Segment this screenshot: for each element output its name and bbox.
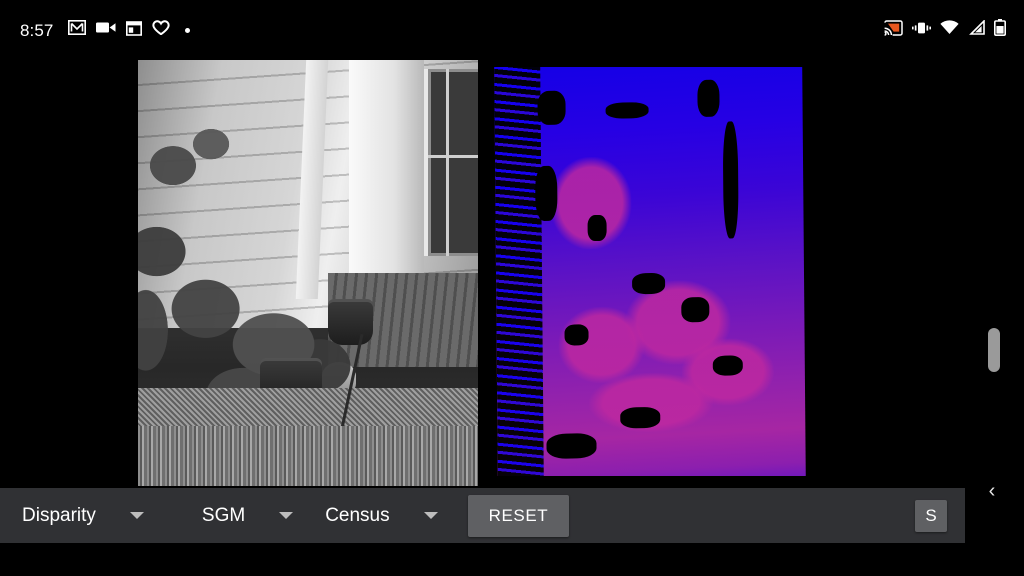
image-stage: ‹ [0,60,1024,502]
grass-strip [138,426,478,486]
bottom-toolbar: Disparity SGM Census RESET S [0,488,965,543]
disparity-invalid-region [546,432,597,459]
chevron-down-icon [279,512,294,519]
disparity-top-border [492,60,812,67]
disparity-invalid-region [605,101,649,120]
disparity-occlusion-band [494,66,544,485]
chevron-down-icon [423,512,438,519]
algorithm-spinner-value: SGM [201,504,246,526]
output-mode-spinner-value: Disparity [22,504,96,526]
disparity-invalid-region [712,354,744,377]
disparity-result-image[interactable] [492,60,812,486]
cost-function-spinner-value: Census [325,504,390,526]
chevron-down-icon [129,512,144,519]
status-bar: 8:57 [0,0,1024,60]
house-window [423,68,478,257]
reset-button[interactable]: RESET [467,494,570,537]
disparity-invalid-region [537,90,566,125]
vertical-scrollbar-thumb[interactable] [988,328,1000,372]
disparity-invalid-region [681,296,709,323]
disparity-invalid-region [697,79,720,118]
disparity-bottom-border [492,476,812,486]
disparity-canvas [492,60,812,486]
status-bar-left-group: 8:57 [0,20,190,41]
status-bar-clock: 8:57 [20,20,54,40]
disparity-invalid-region [535,166,558,221]
output-mode-spinner[interactable]: Disparity [0,488,144,543]
status-bar-right-group [884,19,1024,41]
cast-icon [884,19,903,41]
rectified-stereo-input-image[interactable] [138,60,478,486]
disparity-invalid-region [722,120,739,239]
vibrate-icon [912,21,931,40]
battery-icon [994,19,1006,41]
disparity-invalid-region [631,272,666,295]
input-photo-canvas [138,60,478,486]
gmail-icon [67,20,86,40]
calendar-icon [125,20,142,41]
disparity-colormap-surface [494,61,806,485]
disparity-invalid-region [620,406,661,429]
disparity-invalid-region [587,215,607,241]
cost-function-spinner[interactable]: Census [293,488,438,543]
algorithm-spinner[interactable]: SGM [144,488,294,543]
disparity-invalid-region [564,324,590,346]
wifi-icon [940,20,959,40]
cell-signal-icon [968,19,985,40]
heart-icon [151,20,170,40]
back-chevron-icon[interactable]: ‹ [980,478,1004,504]
more-dot-icon [184,27,190,33]
video-camera-icon [95,21,116,39]
settings-button[interactable]: S [915,499,947,532]
